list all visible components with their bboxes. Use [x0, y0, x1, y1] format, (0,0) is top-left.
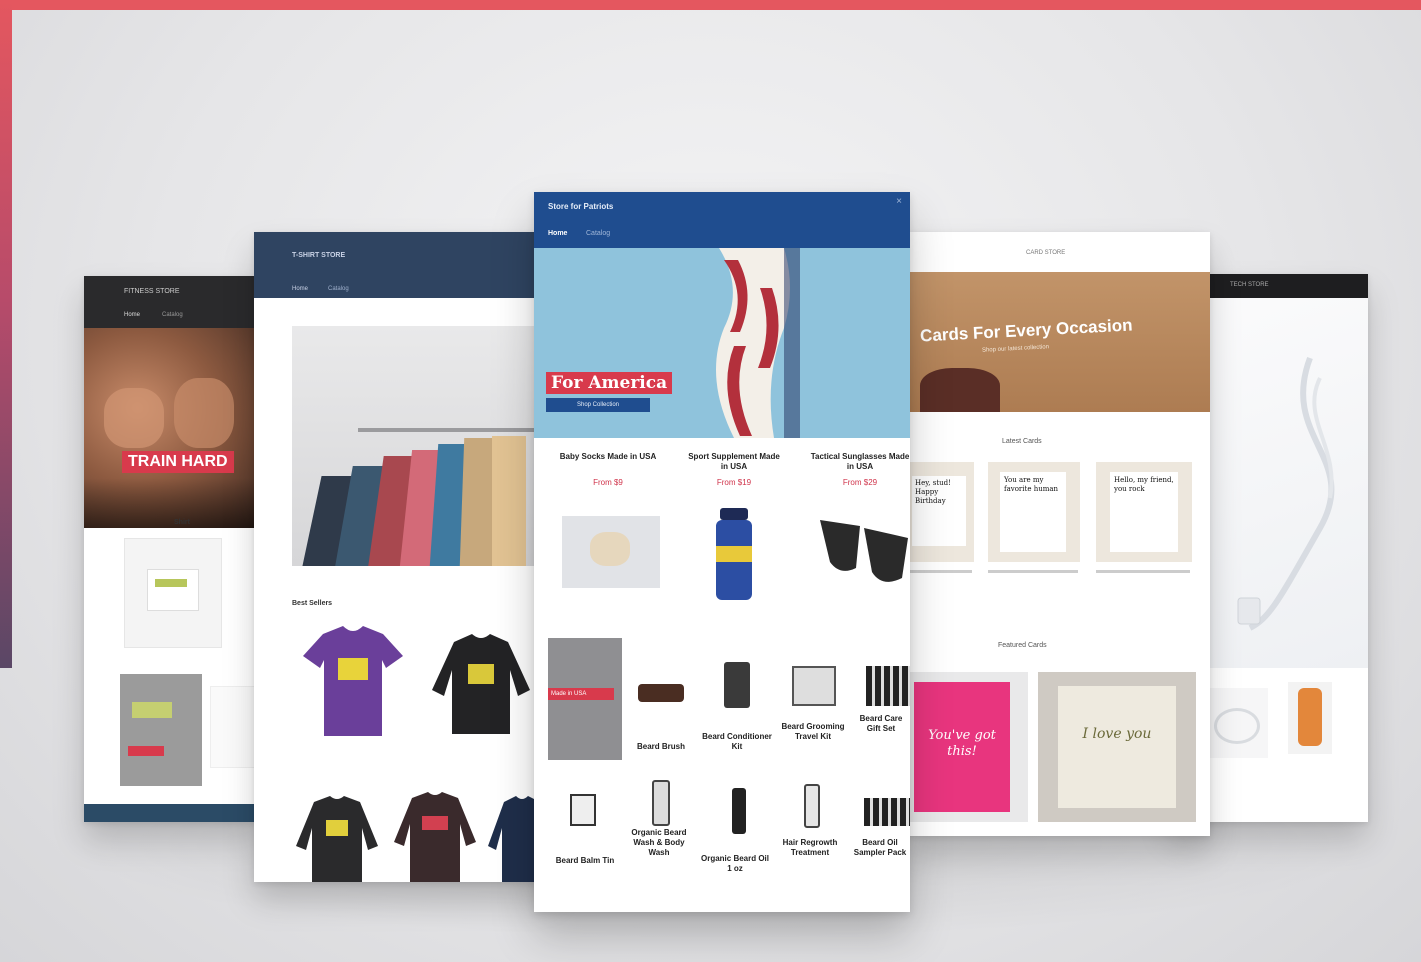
mockup-card-store: CARD STORE Cards For Every Occasion Shop…: [906, 232, 1210, 836]
product-oil-sampler: [864, 798, 910, 826]
stone-card[interactable]: I love you: [1038, 672, 1196, 822]
grid2-label-3[interactable]: Organic Beard Oil 1 oz: [700, 854, 770, 874]
card-tile-3[interactable]: Hello, my friend, you rock: [1096, 462, 1192, 562]
stone-card-face: I love you: [1058, 686, 1176, 808]
store-name: Store for Patriots: [548, 202, 614, 211]
store-name: FITNESS STORE: [124, 288, 180, 295]
featured-price-1: From $9: [593, 478, 623, 487]
accent-frame-left: [0, 0, 12, 668]
hero-clothes-rack: [292, 326, 554, 566]
nav-home[interactable]: Home: [124, 312, 140, 318]
stone-card-text: I love you: [1082, 726, 1152, 742]
close-icon[interactable]: ×: [896, 196, 902, 207]
featured-name-1[interactable]: Baby Socks Made in USA: [558, 452, 658, 462]
product-black-sweatshirt: [432, 634, 530, 734]
product-body-wash: [652, 780, 670, 826]
store-name: TECH STORE: [1230, 282, 1269, 288]
card-tile-1[interactable]: Hey, stud! Happy Birthday: [906, 462, 974, 562]
section-title: Best Sellers: [292, 600, 333, 607]
pink-card-face: You've got this!: [914, 682, 1010, 812]
featured-price-2: From $19: [716, 478, 752, 487]
card-text: Hello, my friend, you rock: [1110, 472, 1178, 552]
nav-home[interactable]: Home: [292, 286, 308, 292]
product-gift-set: [866, 666, 910, 706]
pink-card-text: You've got this!: [928, 728, 996, 759]
card-caption-1: [906, 570, 972, 573]
nav-catalog[interactable]: Catalog: [162, 312, 183, 318]
featured-name-3[interactable]: Tactical Sunglasses Made in USA: [810, 452, 910, 472]
hero-button[interactable]: Shop Collection: [546, 398, 650, 412]
featured-image-socks: [562, 516, 660, 588]
accent-frame-top: [0, 0, 1421, 10]
product-balm-tin: [570, 794, 596, 826]
featured-name-2[interactable]: Sport Supplement Made in USA: [684, 452, 784, 472]
mockup-tshirt-store: T-SHIRT STORE Home Catalog Best Sellers: [254, 232, 554, 882]
promo-tile[interactable]: Made in USA: [548, 638, 622, 760]
hero-headline: For America: [546, 372, 673, 394]
store-header: FITNESS STORE Home Catalog: [84, 276, 262, 328]
card-caption-3: [1096, 570, 1190, 573]
grid2-label-2[interactable]: Organic Beard Wash & Body Wash: [624, 828, 694, 858]
featured-image-sunglasses: [820, 520, 908, 582]
nav-catalog[interactable]: Catalog: [586, 230, 610, 237]
cable-thumb: [1208, 688, 1268, 758]
product-sweatshirt-1: [296, 796, 378, 882]
hero-text: TRAIN HARD: [122, 451, 234, 473]
store-header: T-SHIRT STORE Home Catalog: [254, 232, 554, 298]
promo-image: [120, 674, 202, 786]
product-grooming-kit: [792, 666, 836, 706]
product-thumb: [210, 686, 260, 768]
store-name: T-SHIRT STORE: [292, 252, 346, 259]
product-title: Shirt: [174, 519, 190, 526]
product-beard-brush: [638, 684, 684, 702]
grid2-label-5[interactable]: Beard Oil Sampler Pack: [850, 838, 910, 858]
grid1-label-2[interactable]: Beard Conditioner Kit: [702, 732, 772, 752]
store-header: CARD STORE: [906, 232, 1210, 272]
pink-card[interactable]: You've got this!: [906, 672, 1028, 822]
store-header: Store for Patriots × Home Catalog: [534, 192, 910, 248]
card-text: Hey, stud! Happy Birthday: [912, 476, 966, 546]
footer-bar: [84, 804, 262, 822]
product-sweatshirt-2: [394, 792, 476, 882]
product-beard-oil: [732, 788, 746, 834]
featured-image-supplement: [714, 508, 754, 602]
section-featured-title: Featured Cards: [998, 642, 1047, 649]
grid1-label-1[interactable]: Beard Brush: [630, 742, 692, 752]
nav-home[interactable]: Home: [548, 230, 567, 237]
product-conditioner-kit: [724, 662, 750, 708]
product-regrowth: [804, 784, 820, 828]
mockup-patriot-store: Store for Patriots × Home Catalog For Am…: [534, 192, 910, 912]
grid1-label-4[interactable]: Beard Care Gift Set: [852, 714, 910, 734]
phone-case-thumb: [1288, 682, 1332, 754]
card-tile-2[interactable]: You are my favorite human: [988, 462, 1080, 562]
featured-price-3: From $29: [842, 478, 878, 487]
section-latest-title: Latest Cards: [1002, 438, 1042, 445]
product-card-image: [124, 538, 222, 648]
product-purple-tshirt: [303, 626, 403, 736]
card-caption-2: [988, 570, 1078, 573]
hero-image: [84, 328, 262, 528]
store-name: CARD STORE: [1026, 250, 1066, 256]
promo-label: Made in USA: [548, 688, 614, 700]
nav-catalog[interactable]: Catalog: [328, 286, 349, 292]
grid1-label-3[interactable]: Beard Grooming Travel Kit: [780, 722, 846, 742]
card-text: You are my favorite human: [1000, 472, 1066, 552]
grid2-label-4[interactable]: Hair Regrowth Treatment: [774, 838, 846, 858]
grid2-label-1[interactable]: Beard Balm Tin: [548, 856, 622, 866]
mockup-fitness-store: FITNESS STORE Home Catalog TRAIN HARD Sh…: [84, 276, 262, 822]
